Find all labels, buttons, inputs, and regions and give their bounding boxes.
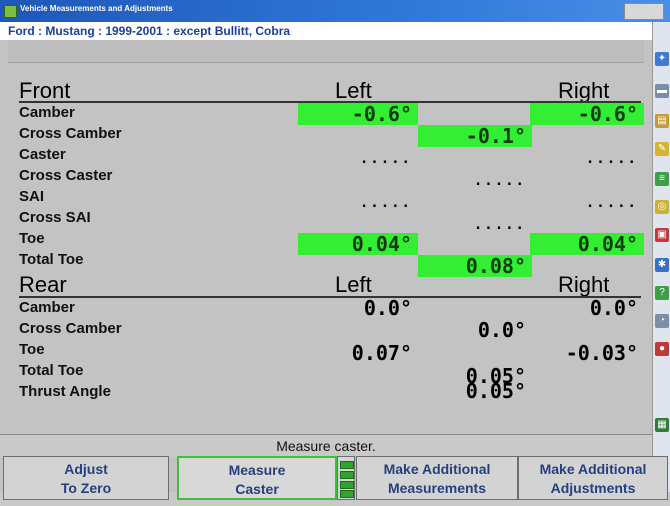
print-icon[interactable]: ▣ xyxy=(655,228,669,242)
status-bar: Measure caster. xyxy=(0,434,652,457)
scroller-segment xyxy=(340,461,354,469)
row-label-toe: Toe xyxy=(19,230,45,247)
row-label-cross-caster: Cross Caster xyxy=(19,167,113,184)
rear-camber-left-value: 0.0° xyxy=(363,296,412,320)
row-label-camber: Camber xyxy=(19,104,75,121)
app-icon xyxy=(4,5,17,18)
gauge-icon[interactable]: ◔ xyxy=(655,314,669,328)
window-title: Vehicle Measurements and Adjustments xyxy=(20,4,173,13)
front-total-toe-value: 0.08° xyxy=(418,255,532,277)
front-toe-right-value: 0.04° xyxy=(530,233,644,255)
tool-sidebar: ✦ ▬ ▤ ✎ ≡ ◎ ▣ ✱ ? ◔ ● ▦ xyxy=(652,22,670,492)
measure-caster-button[interactable]: Measure Caster xyxy=(177,456,337,500)
help-icon[interactable]: ? xyxy=(655,286,669,300)
rear-row-label-total-toe: Total Toe xyxy=(19,362,84,379)
vehicle-label: Ford : Mustang : 1999-2001 : except Bull… xyxy=(8,24,291,38)
rear-right-header: Right xyxy=(558,272,610,297)
row-label-cross-camber: Cross Camber xyxy=(19,125,122,142)
make-additional-adjustments-button[interactable]: Make Additional Adjustments xyxy=(518,456,668,500)
measure-caster-line1: Measure xyxy=(228,462,286,478)
row-label-sai: SAI xyxy=(19,188,45,205)
vehicle-selection-bar[interactable]: Ford : Mustang : 1999-2001 : except Bull… xyxy=(0,22,652,41)
front-toe-left-value: 0.04° xyxy=(298,233,418,255)
make-additional-measurements-button[interactable]: Make Additional Measurements xyxy=(356,456,518,500)
window-controls[interactable] xyxy=(624,3,664,20)
front-sai-left-value: ..... xyxy=(359,195,412,211)
rear-thrust-angle-value: 0.05° xyxy=(465,379,526,403)
make-measurements-line1: Make Additional xyxy=(383,461,491,477)
camera-icon[interactable]: ● xyxy=(655,342,669,356)
front-cross-caster-value: ..... xyxy=(473,173,526,189)
scroller-segment xyxy=(340,490,354,498)
report-icon[interactable]: ▦ xyxy=(655,418,669,432)
rear-toe-left-value: 0.07° xyxy=(351,341,412,365)
wheel-icon[interactable]: ◎ xyxy=(655,200,669,214)
rear-row-label-camber: Camber xyxy=(19,299,75,316)
scroller-segment xyxy=(340,481,354,489)
front-cross-sai-value: ..... xyxy=(473,217,526,233)
row-label-total-toe: Total Toe xyxy=(19,251,84,268)
window-titlebar: Vehicle Measurements and Adjustments xyxy=(0,0,670,22)
row-label-cross-sai: Cross SAI xyxy=(19,209,91,226)
rear-row-label-cross-camber: Cross Camber xyxy=(19,320,122,337)
rear-heading: Rear xyxy=(19,272,67,297)
row-label-caster: Caster xyxy=(19,146,66,163)
button-page-scroller[interactable] xyxy=(337,456,355,500)
front-sai-right-value: ..... xyxy=(585,195,638,211)
front-camber-left-value: -0.6° xyxy=(298,103,418,125)
scroller-segment xyxy=(340,471,354,479)
rear-toe-right-value: -0.03° xyxy=(565,341,638,365)
adjust-to-zero-line1: Adjust xyxy=(64,461,108,477)
make-adjustments-line1: Make Additional xyxy=(539,461,647,477)
front-camber-right-value: -0.6° xyxy=(530,103,644,125)
tools-icon[interactable]: ✎ xyxy=(655,142,669,156)
make-adjustments-line2: Adjustments xyxy=(550,480,636,496)
rear-left-header: Left xyxy=(335,272,372,297)
rear-cross-camber-value: 0.0° xyxy=(477,318,526,342)
front-caster-right-value: ..... xyxy=(585,151,638,167)
front-cross-camber-value: -0.1° xyxy=(418,125,532,147)
measurements-panel: Front Left Right Camber Cross Camber Cas… xyxy=(0,40,652,492)
rear-row-label-thrust-angle: Thrust Angle xyxy=(19,383,111,400)
status-message: Measure caster. xyxy=(276,438,376,454)
panel-header-band xyxy=(8,40,644,63)
measure-caster-line2: Caster xyxy=(235,481,279,497)
adjust-to-zero-line2: To Zero xyxy=(60,480,112,496)
chart-icon[interactable]: ≡ xyxy=(655,172,669,186)
vehicle-icon[interactable]: ▬ xyxy=(655,84,669,98)
adjust-to-zero-button[interactable]: Adjust To Zero xyxy=(3,456,169,500)
make-measurements-line2: Measurements xyxy=(387,480,487,496)
front-caster-left-value: ..... xyxy=(359,151,412,167)
rear-row-label-toe: Toe xyxy=(19,341,45,358)
specs-icon[interactable]: ▤ xyxy=(655,114,669,128)
alignment-icon[interactable]: ✦ xyxy=(655,52,669,66)
settings-icon[interactable]: ✱ xyxy=(655,258,669,272)
rear-camber-right-value: 0.0° xyxy=(589,296,638,320)
